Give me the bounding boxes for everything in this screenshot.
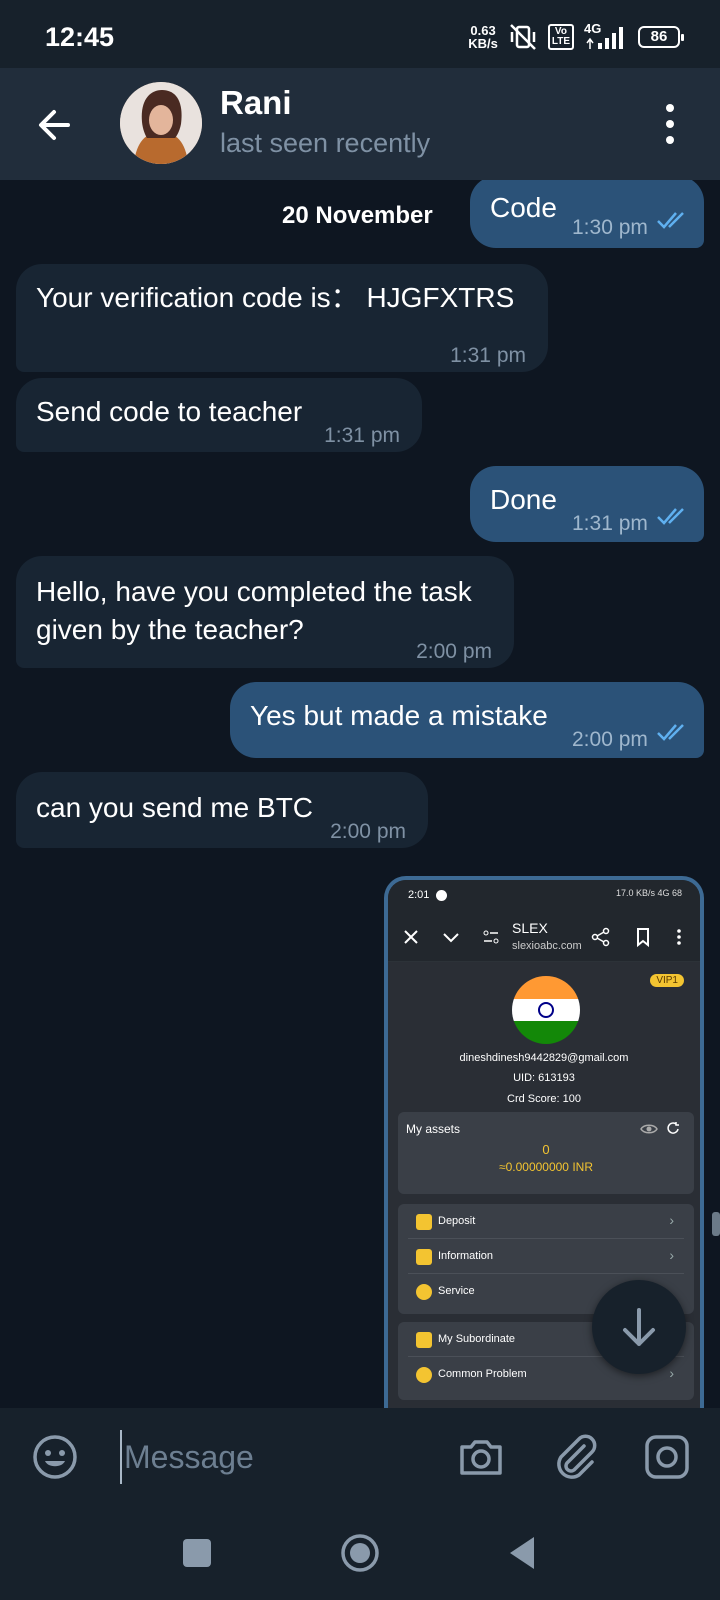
message-text-line2: given by the teacher?	[36, 614, 304, 645]
screenshot-status-icons: 17.0 KB/s 4G 68	[615, 888, 682, 898]
message-bubble-outgoing[interactable]: Code 1:30 pm	[470, 180, 704, 248]
menu-label: Service	[438, 1285, 475, 1297]
message-text: Done	[490, 484, 557, 515]
scroll-down-button[interactable]	[592, 1280, 686, 1374]
flag-stripe-white	[512, 998, 580, 1022]
back-arrow-icon[interactable]	[30, 100, 80, 150]
wallet-icon	[416, 1214, 432, 1230]
scrollbar-thumb[interactable]	[712, 1212, 720, 1236]
assets-value: 0	[542, 1142, 550, 1157]
india-flag-icon	[512, 976, 580, 1044]
volte-icon: Vo LTE	[547, 24, 574, 50]
question-icon	[416, 1367, 432, 1383]
camera-icon[interactable]	[456, 1432, 506, 1482]
message-bubble-incoming[interactable]: can you send me BTC 2:00 pm	[16, 772, 428, 848]
screenshot-uid: UID: 613193	[513, 1072, 575, 1084]
message-time: 2:00 pm	[416, 640, 492, 663]
assets-title: My assets	[406, 1122, 461, 1136]
read-ticks-icon	[657, 724, 684, 741]
telegram-icon	[436, 890, 447, 901]
mail-icon	[416, 1249, 432, 1265]
chevron-right-icon: ›	[669, 1212, 674, 1228]
close-icon	[404, 930, 418, 944]
message-text: Send code to teacher	[36, 396, 303, 427]
eye-icon	[640, 1124, 658, 1134]
screenshot-status-bar: 2:01 17.0 KB/s 4G 68	[388, 880, 700, 912]
more-options-icon[interactable]	[662, 104, 678, 144]
flag-stripe-saffron	[512, 976, 580, 999]
emoji-icon[interactable]	[32, 1434, 78, 1480]
message-time: 1:31 pm	[324, 424, 400, 447]
message-bubble-incoming[interactable]: Hello, have you completed the task given…	[16, 556, 514, 668]
system-nav-bar	[0, 1506, 720, 1600]
message-list: 20 November Code 1:30 pm Your verificati…	[0, 180, 720, 1408]
message-text: Your verification code is： HJGFXTRS	[36, 282, 515, 313]
assets-card: My assets 0 ≈0.00000000 INR	[398, 1112, 694, 1194]
contact-status: last seen recently	[220, 128, 431, 158]
chat-header: Rani last seen recently	[0, 68, 720, 180]
vip-badge: VIP1	[650, 974, 684, 987]
more-options-icon	[677, 929, 681, 945]
network-type: 4G	[584, 21, 602, 36]
read-ticks-icon	[657, 508, 684, 525]
flag-stripe-green	[512, 1021, 580, 1044]
vibrate-off-icon	[508, 22, 538, 52]
message-input[interactable]	[120, 1430, 420, 1484]
recents-icon[interactable]	[176, 1532, 218, 1574]
menu-label: My Subordinate	[438, 1333, 516, 1345]
status-time: 12:45	[45, 22, 115, 52]
attach-icon[interactable]	[550, 1432, 600, 1482]
refresh-icon	[667, 1122, 679, 1134]
message-bubble-outgoing[interactable]: Yes but made a mistake 2:00 pm	[230, 682, 704, 758]
chevron-right-icon: ›	[669, 1247, 674, 1263]
menu-row-deposit: Deposit ›	[408, 1204, 684, 1239]
message-time: 2:00 pm	[330, 820, 406, 843]
menu-label: Common Problem	[438, 1368, 527, 1380]
menu-label: Deposit	[438, 1215, 476, 1227]
read-ticks-icon	[657, 212, 684, 229]
message-text: can you send me BTC	[36, 792, 314, 823]
message-text: Yes but made a mistake	[250, 700, 548, 731]
volte-bottom: LTE	[551, 36, 570, 47]
org-chart-icon	[416, 1332, 432, 1348]
headset-icon	[416, 1284, 432, 1300]
message-time: 2:00 pm	[572, 728, 648, 751]
message-text: Code	[490, 192, 557, 223]
net-speed: 0.63 KB/s	[468, 24, 498, 50]
date-label: 20 November	[282, 202, 433, 229]
contact-name[interactable]: Rani	[220, 84, 292, 122]
signal-icon: 4G	[584, 21, 628, 51]
screenshot-site-url: slexioabc.com	[512, 940, 582, 952]
message-bubble-incoming[interactable]: Your verification code is： HJGFXTRS 1:31…	[16, 264, 548, 372]
message-time: 1:30 pm	[572, 216, 648, 239]
message-input-bar	[0, 1408, 720, 1506]
home-icon[interactable]	[339, 1532, 381, 1574]
net-speed-unit: KB/s	[468, 36, 498, 51]
screenshot-time: 2:01	[408, 889, 430, 901]
back-icon[interactable]	[502, 1532, 544, 1574]
message-time: 1:31 pm	[450, 344, 526, 367]
assets-inr: ≈0.00000000 INR	[499, 1160, 593, 1174]
menu-row-information: Information ›	[408, 1239, 684, 1274]
message-time: 1:31 pm	[572, 512, 648, 535]
bookmark-icon	[637, 928, 649, 948]
instant-camera-icon[interactable]	[642, 1432, 692, 1482]
screenshot-email: dineshdinesh9442829@gmail.com	[459, 1052, 629, 1064]
screenshot-score: Crd Score: 100	[507, 1093, 581, 1105]
arrow-down-icon	[623, 1308, 655, 1346]
site-settings-icon	[483, 930, 499, 944]
screenshot-browser-toolbar: SLEX slexioabc.com	[388, 912, 700, 962]
message-bubble-outgoing[interactable]: Done 1:31 pm	[470, 466, 704, 542]
status-icons: 0.63 KB/s Vo LTE 4G 86	[468, 21, 684, 52]
message-text-line1: Hello, have you completed the task	[36, 576, 472, 607]
share-icon	[591, 927, 610, 947]
message-bubble-incoming[interactable]: Send code to teacher 1:31 pm	[16, 378, 422, 452]
chevron-down-icon	[443, 933, 459, 943]
status-bar: 12:45 0.63 KB/s Vo LTE 4G 86	[0, 0, 720, 68]
avatar[interactable]	[120, 82, 202, 164]
battery-icon: 86	[638, 26, 684, 48]
menu-label: Information	[438, 1250, 494, 1262]
screenshot-site-title: SLEX	[512, 920, 548, 936]
